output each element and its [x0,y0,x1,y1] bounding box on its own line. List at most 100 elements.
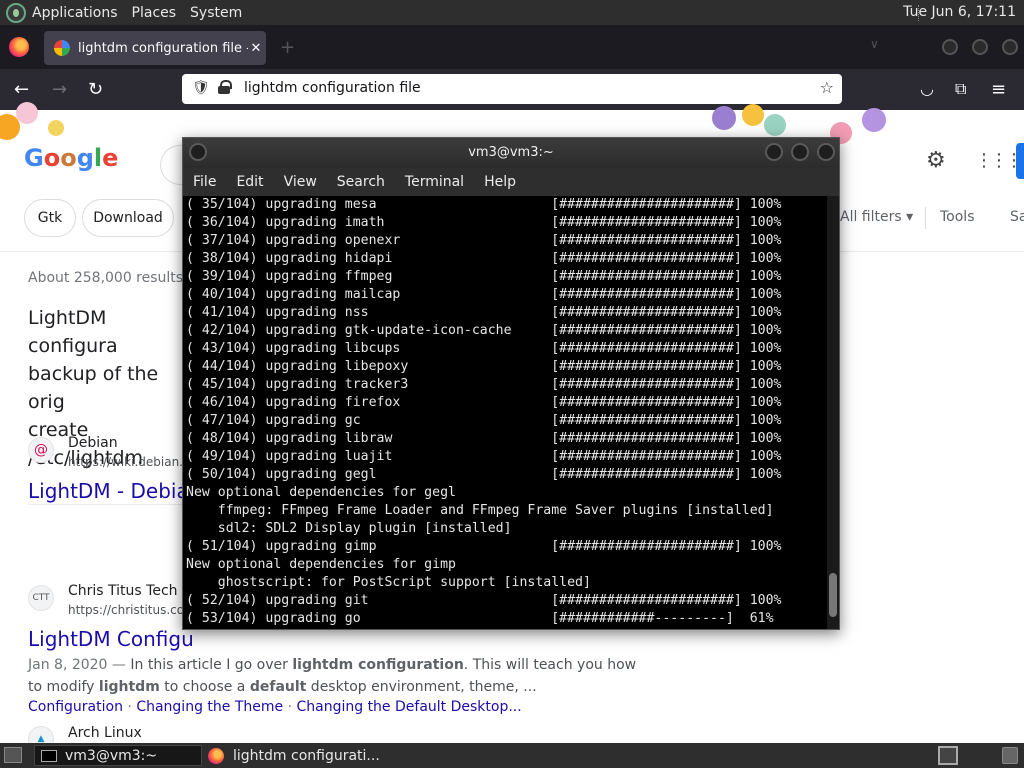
christitus-favicon-icon[interactable]: CTT [28,585,54,611]
tab-active[interactable]: lightdm configuration file - G ✕ [44,31,266,65]
terminal-line: ffmpeg: FFmpeg Frame Loader and FFmpeg F… [217,503,774,518]
google-doodle-logo[interactable]: Google [24,144,118,172]
reload-icon[interactable]: ↻ [88,79,103,100]
tab-strip: lightdm configuration file - G ✕ + ∨ [0,25,1024,69]
result-source[interactable]: Chris Titus Tech [68,583,178,599]
terminal-title: vm3@vm3:~ [468,145,554,160]
back-icon[interactable]: ← [14,79,29,100]
sitelink[interactable]: Changing the Default Desktop... [296,699,521,715]
terminal-line: sdl2: SDL2 Display plugin [installed] [217,521,512,536]
desc-highlight: default [249,679,307,695]
terminal-titlebar[interactable]: vm3@vm3:~ [183,138,839,168]
menu-terminal[interactable]: Terminal [395,174,474,190]
result-url[interactable]: https://christitus.com [68,603,196,617]
result-title-link[interactable]: LightDM - Debian [28,479,201,503]
google-favicon-icon [54,40,70,56]
safesearch-button[interactable]: Sa [1010,209,1024,225]
forward-icon[interactable]: → [52,79,67,100]
sitelink[interactable]: Configuration [28,699,123,715]
terminal-line: ( 51/104) upgrading gimp [##############… [186,539,782,554]
menu-help[interactable]: Help [474,174,526,190]
terminal-text: ( 35/104) upgrading mesa [##############… [186,196,827,628]
pocket-icon[interactable]: ◡ [920,79,934,98]
taskbar-item-terminal[interactable]: vm3@vm3:~ [34,745,202,766]
top-panel: Applications Places System Tue Jun 6, 17… [0,0,1024,25]
doodle-flower-icon [862,108,886,132]
chip-download[interactable]: Download [82,199,174,237]
trash-icon[interactable] [1002,747,1018,764]
lock-icon[interactable] [218,80,232,94]
terminal-line: ( 40/104) upgrading mailcap [###########… [186,287,782,302]
workspace-switcher[interactable] [938,746,958,765]
taskbar-label: lightdm configurati... [233,747,380,764]
extensions-icon[interactable]: ⧉ [955,79,966,99]
desc-text: In this article I go over [130,657,293,673]
maximize-button[interactable] [791,143,809,161]
bookmark-star-icon[interactable]: ☆ [820,78,834,97]
terminal-scrollbar[interactable] [827,196,839,629]
doodle-flower-icon [16,102,38,124]
terminal-line: ( 44/104) upgrading libepoxy [##########… [186,359,782,374]
snippet-line: backup of the orig [28,363,159,413]
menu-system[interactable]: System [184,5,250,21]
result-source[interactable]: Debian [68,435,118,451]
result-stats: About 258,000 results (0 [28,270,202,286]
terminal-output[interactable]: ( 35/104) upgrading mesa [##############… [183,196,827,629]
settings-gear-icon[interactable]: ⚙ [926,148,946,173]
scrollbar-thumb[interactable] [829,573,837,617]
minimize-button[interactable] [765,143,783,161]
tab-close-icon[interactable]: ✕ [248,41,264,56]
result-date: Jan 8, 2020 — [28,657,131,673]
nav-bar: ← → ↻ 🛡 lightdm configuration file ☆ ◡ ⧉… [0,69,1024,110]
chip-gtk[interactable]: Gtk [24,199,76,237]
close-window-button[interactable] [1002,39,1018,55]
menu-edit[interactable]: Edit [226,174,273,190]
clock[interactable]: Tue Jun 6, 17:11 [903,4,1016,20]
doodle-flower-icon [48,120,64,136]
list-tabs-icon[interactable]: ∨ [870,37,879,51]
menu-file[interactable]: File [183,174,226,190]
maximize-button[interactable] [972,39,988,55]
gnome-foot-icon[interactable] [6,2,26,23]
tracking-shield-icon[interactable]: 🛡 [192,80,210,96]
url-bar[interactable]: 🛡 lightdm configuration file ☆ [182,74,842,104]
terminal-line: ( 39/104) upgrading ffmpeg [############… [186,269,782,284]
close-button[interactable] [817,143,835,161]
terminal-line: ( 47/104) upgrading gc [################… [186,413,782,428]
archlinux-favicon-icon[interactable]: ▲ [28,726,54,743]
terminal-window[interactable]: vm3@vm3:~ File Edit View Search Terminal… [182,137,840,630]
desc-text: to choose a [159,679,250,695]
result-source[interactable]: Arch Linux [68,725,142,741]
terminal-line: ( 41/104) upgrading nss [###############… [186,305,782,320]
tab-title: lightdm configuration file - G [78,40,248,56]
tools-button[interactable]: Tools [940,209,975,225]
show-desktop-icon[interactable] [4,747,22,763]
firefox-icon[interactable] [9,37,29,57]
terminal-menubar: File Edit View Search Terminal Help [183,168,839,196]
menu-search[interactable]: Search [327,174,395,190]
menu-view[interactable]: View [274,174,327,190]
desc-highlight: lightdm [98,679,160,695]
minimize-button[interactable] [942,39,958,55]
terminal-line: ( 50/104) upgrading gegl [##############… [186,467,782,482]
terminal-line: New optional dependencies for gimp [186,557,456,572]
new-tab-button[interactable]: + [280,37,295,58]
url-text[interactable]: lightdm configuration file [244,80,421,96]
taskbar-item-firefox[interactable]: lightdm configurati... [204,745,404,766]
result-title-link[interactable]: LightDM Configu [28,627,194,651]
terminal-line: ( 52/104) upgrading git [###############… [186,593,782,608]
menu-applications[interactable]: Applications [26,5,126,21]
sitelink[interactable]: Changing the Theme [136,699,283,715]
terminal-line: ( 45/104) upgrading tracker3 [##########… [186,377,782,392]
snippet-line: LightDM configura [28,307,118,357]
terminal-icon [41,749,57,762]
sign-in-button[interactable] [1016,143,1024,179]
terminal-line: ( 36/104) upgrading imath [#############… [186,215,782,230]
app-menu-icon[interactable]: ≡ [991,79,1006,100]
terminal-line: New optional dependencies for gegl [186,485,456,500]
debian-favicon-icon[interactable]: @ [28,437,54,463]
menu-places[interactable]: Places [126,5,185,21]
all-filters-button[interactable]: All filters ▾ [840,209,913,225]
google-apps-icon[interactable]: ⋮⋮⋮ [975,150,1023,171]
terminal-line: ( 46/104) upgrading firefox [###########… [186,395,782,410]
